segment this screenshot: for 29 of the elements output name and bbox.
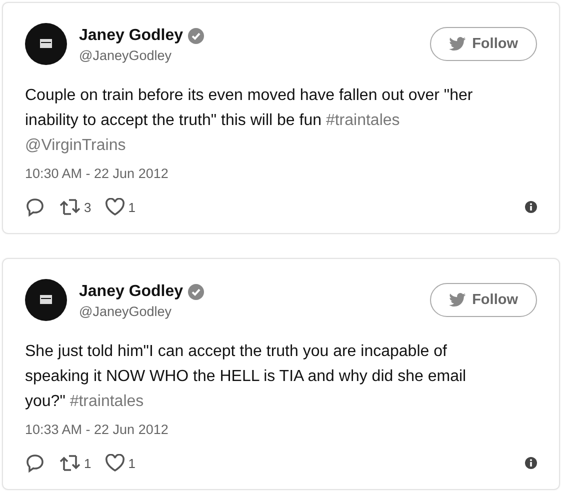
timestamp[interactable]: 10:30 AM - 22 Jun 2012 [25, 166, 537, 181]
like-count: 1 [128, 200, 136, 214]
heart-icon[interactable] [105, 198, 126, 216]
bird-icon [449, 37, 466, 51]
reply-icon[interactable] [25, 197, 45, 217]
hashtag-link[interactable]: #traintales [326, 112, 400, 129]
tweet-text: Couple on train before its even moved have fallen out over "her inability to accept the truth" this will be fun #traintales @VirginTrains [25, 86, 474, 156]
hashtag-link[interactable]: #traintales [70, 393, 144, 410]
info-icon[interactable] [525, 457, 537, 469]
avatar[interactable] [25, 279, 67, 321]
bird-icon [449, 293, 466, 307]
tweet-text: She just told him"I can accept the truth you are incapable of speaking it NOW WHO the HELL is TIA and why did she email you?" #traintales [25, 342, 468, 412]
retweet-count: 3 [84, 200, 92, 214]
info-icon[interactable] [525, 201, 537, 213]
reply-icon[interactable] [25, 453, 45, 473]
like-count: 1 [128, 456, 136, 470]
user-handle: @JaneyGodley [79, 304, 173, 319]
hashtag-link[interactable]: @VirginTrains [25, 137, 126, 154]
retweet-icon[interactable] [59, 454, 81, 472]
retweet-count: 1 [84, 456, 92, 470]
follow-button[interactable]: Follow [430, 283, 537, 317]
user-handle: @JaneyGodley [79, 48, 173, 63]
user-name: Janey Godley [79, 283, 184, 301]
user-name: Janey Godley [79, 27, 184, 45]
heart-icon[interactable] [105, 454, 126, 472]
retweet-icon[interactable] [59, 198, 81, 216]
follow-button[interactable]: Follow [430, 27, 537, 61]
timestamp[interactable]: 10:33 AM - 22 Jun 2012 [25, 422, 537, 437]
avatar[interactable] [25, 23, 67, 65]
